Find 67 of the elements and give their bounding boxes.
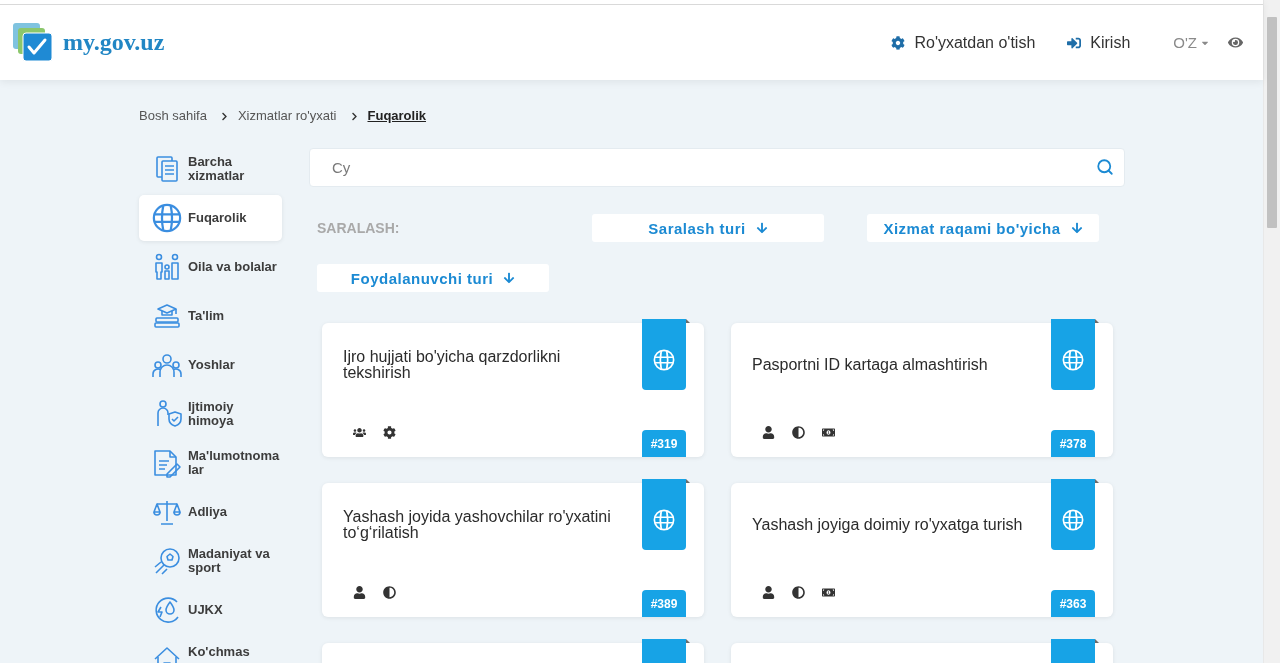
person-icon	[762, 425, 775, 439]
sidebar-item[interactable]: Madaniyat va sport	[139, 538, 282, 584]
sidebar-item[interactable]: Ta'lim	[139, 293, 282, 339]
ribbon-fold	[1095, 319, 1099, 323]
service-title: Yashash joyiga doimiy ro'yxatga turish	[752, 517, 1023, 533]
chevron-right-icon	[219, 111, 229, 121]
bookmark-ribbon	[642, 639, 686, 663]
gear-icon	[383, 425, 396, 439]
globe-icon	[653, 349, 675, 371]
service-number: #319	[642, 430, 686, 457]
sort-button[interactable]: Xizmat raqami bo'yicha	[867, 214, 1099, 242]
ribbon-fold	[1095, 479, 1099, 483]
arrow-down-icon	[1070, 222, 1083, 234]
sort-button[interactable]: Foydalanuvchi turi	[317, 264, 549, 292]
sidebar-item[interactable]: Barcha xizmatlar	[139, 146, 282, 192]
gear-icon	[891, 35, 906, 50]
arrow-down-icon	[503, 272, 516, 284]
sort-button[interactable]: Saralash turi	[592, 214, 824, 242]
sidebar-item[interactable]: Yoshlar	[139, 342, 282, 388]
globe-icon	[1062, 349, 1084, 371]
globe-icon	[1062, 509, 1084, 531]
sidebar-item[interactable]: Adliya	[139, 489, 282, 535]
sort-label: SARALASH:	[317, 220, 400, 236]
bolt-drop-icon	[152, 595, 182, 625]
logo-icon	[13, 23, 53, 62]
ribbon-fold	[1095, 639, 1099, 643]
ribbon-fold	[686, 479, 690, 483]
service-title: Pasportni ID kartaga almashtirish	[752, 357, 988, 373]
bookmark-ribbon	[1051, 639, 1095, 663]
globe-icon	[653, 509, 675, 531]
eye-icon[interactable]	[1228, 35, 1243, 50]
house-icon	[152, 644, 182, 663]
sign-in-icon	[1067, 35, 1082, 50]
ribbon-fold	[686, 319, 690, 323]
family-icon	[152, 252, 182, 282]
sidebar-item[interactable]: Oila va bolalar	[139, 244, 282, 290]
logo-text: my.gov.uz	[63, 29, 165, 56]
graduation-cap-icon	[152, 301, 182, 331]
service-number: #378	[1051, 430, 1095, 457]
service-title: Yashash joyida yashovchilar ro'yxatini to‘g‘rilatish	[343, 509, 612, 541]
breadcrumb-link[interactable]: Bosh sahifa	[139, 108, 207, 124]
language-dropdown[interactable]: O'Z	[1173, 34, 1210, 51]
people-group-icon	[353, 425, 366, 439]
logo-link[interactable]: my.gov.uz	[13, 23, 165, 62]
soccer-ball-icon	[152, 546, 182, 576]
sidebar-item[interactable]: Fuqarolik	[139, 195, 282, 241]
sidebar-item[interactable]: Ijtimoiy himoya	[139, 391, 282, 437]
arrow-down-icon	[755, 222, 768, 234]
search-icon[interactable]	[1096, 158, 1114, 176]
chevron-right-icon	[349, 111, 359, 121]
globe-icon	[152, 203, 182, 233]
person-icon	[353, 585, 366, 599]
ribbon-fold	[686, 639, 690, 643]
person-icon	[762, 585, 775, 599]
breadcrumb-link[interactable]: Fuqarolik	[367, 108, 426, 124]
search-field[interactable]: Cy	[309, 148, 1125, 187]
scrollbar-thumb[interactable]	[1267, 17, 1277, 228]
sidebar-item[interactable]: UJKX	[139, 587, 282, 633]
service-title: Ijro hujjati bo'yicha qarzdorlikni tekshirish	[343, 349, 562, 381]
service-number: #363	[1051, 590, 1095, 617]
register-link[interactable]: Ro'yxatdan o'tish	[891, 33, 1036, 52]
service-number: #389	[642, 590, 686, 617]
breadcrumb-link[interactable]: Xizmatlar ro'yxati	[237, 108, 337, 124]
login-link[interactable]: Kirish	[1067, 33, 1131, 52]
sidebar-item[interactable]: Ma'lumotnomalar	[139, 440, 282, 486]
sidebar-item[interactable]: Ko'chmas	[139, 636, 282, 663]
document-pencil-icon	[152, 448, 182, 478]
